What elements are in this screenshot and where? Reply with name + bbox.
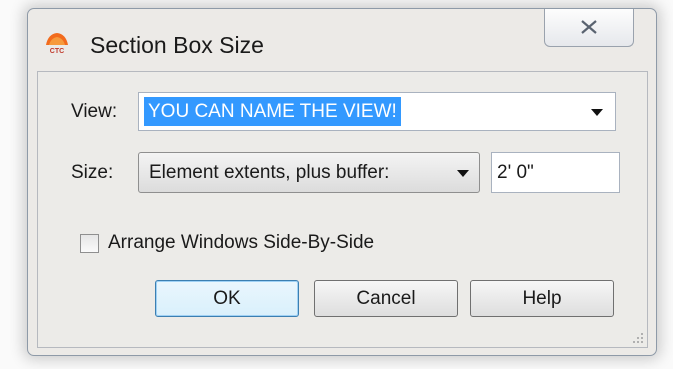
ctc-tools-logo-icon: CTC bbox=[44, 31, 70, 55]
section-box-size-dialog: CTC Section Box Size View: YOU CAN NAME … bbox=[27, 8, 657, 356]
title-bar[interactable]: CTC Section Box Size bbox=[28, 9, 656, 71]
arrange-windows-label[interactable]: Arrange Windows Side-By-Side bbox=[108, 232, 374, 254]
dialog-title: Section Box Size bbox=[90, 32, 264, 58]
size-label: Size: bbox=[71, 162, 114, 183]
arrange-windows-checkbox[interactable] bbox=[80, 234, 99, 253]
ok-button[interactable]: OK bbox=[155, 280, 299, 317]
dropdown-arrow-icon[interactable] bbox=[457, 170, 469, 178]
view-label: View: bbox=[71, 101, 118, 122]
help-button[interactable]: Help bbox=[470, 280, 614, 317]
cancel-button[interactable]: Cancel bbox=[314, 280, 458, 317]
size-mode-value: Element extents, plus buffer: bbox=[149, 162, 390, 183]
close-button[interactable] bbox=[544, 9, 634, 47]
dropdown-arrow-icon[interactable] bbox=[591, 109, 603, 117]
resize-grip-icon[interactable] bbox=[632, 332, 644, 344]
dialog-body: View: YOU CAN NAME THE VIEW! Size: Eleme… bbox=[37, 71, 648, 348]
size-mode-dropdown[interactable]: Element extents, plus buffer: bbox=[138, 152, 480, 193]
view-name-value[interactable]: YOU CAN NAME THE VIEW! bbox=[144, 97, 401, 126]
svg-text:CTC: CTC bbox=[50, 48, 64, 55]
close-icon bbox=[581, 20, 597, 34]
view-name-combobox[interactable]: YOU CAN NAME THE VIEW! bbox=[138, 92, 616, 131]
buffer-distance-input[interactable]: 2' 0" bbox=[491, 152, 620, 193]
